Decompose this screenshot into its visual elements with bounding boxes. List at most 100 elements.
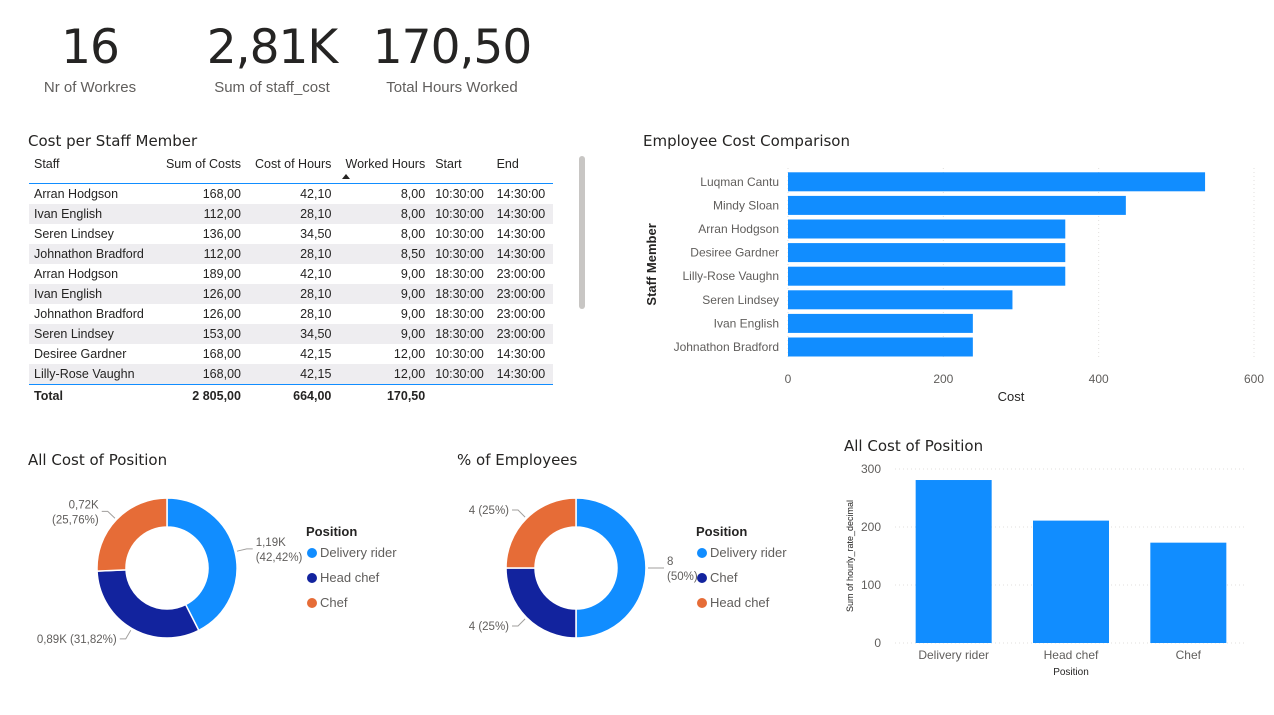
leader-line [101,510,116,519]
cost-position-column-title: All Cost of Position [844,437,984,455]
total-cell: Total [29,384,157,407]
legend-item: Head chef [710,595,770,610]
table-row[interactable]: Arran Hodgson 189,00 42,10 9,00 18:30:00 23:0… [29,264,553,284]
table-title: Cost per Staff Member [28,132,198,150]
legend-title: Position [306,524,357,539]
kpi-card-hours: 170,50 Total Hours Worked [367,23,537,97]
column-header-start[interactable]: Start [430,155,491,184]
employees-donut-chart[interactable]: 8 (50%) 4 (25%) 4 (25%) Position Delivery rid… [457,472,837,672]
total-cell: 664,00 [245,384,337,407]
table-cell: 126,00 [157,284,246,304]
table-row[interactable]: Seren Lindsey 136,00 34,50 8,00 10:30:00 14:3… [29,224,553,244]
table-row[interactable]: Johnathon Bradford 112,00 28,10 8,50 10:30:0… [29,244,553,264]
donut-slice [505,567,577,639]
table-cell: 18:30:00 [435,307,484,321]
column-header-end[interactable]: End [492,155,553,184]
legend-item: Delivery rider [320,545,397,560]
data-label: 1,19K (42,42%) [256,537,303,564]
table-cell: 126,00 [202,307,241,321]
table-cell: 10:30:00 [430,364,492,385]
table-cell: 14:30:00 [491,204,553,224]
y-axis-title: Staff Member [644,223,659,305]
y-tick-label: Mindy Sloan [713,198,779,212]
table-cell: 189,00 [202,267,241,281]
table-cell: 23:00:00 [496,267,546,281]
x-axis-title: Cost [998,389,1025,404]
employee-cost-chart[interactable]: 0 200 400 600 Luqman Cantu Mindy Sloan Arran H… [640,160,1274,410]
cost-position-column-chart[interactable]: 0 100 200 300 Delivery rider Head chef Chef Pos… [835,458,1265,683]
table-cell: 136,00 [202,227,241,241]
table-cell: 10:30:00 [430,183,492,204]
table-cell: 14:30:00 [496,227,546,241]
table-cell: 14:30:00 [491,244,553,264]
employees-donut-title: % of Employees [457,451,578,469]
table-row[interactable]: Johnathon Bradford 126,00 28,10 9,00 18:30:0… [29,304,553,324]
bar [788,195,1126,215]
table-cell: Johnathon Bradford [34,307,144,321]
x-tick-label: 600 [1244,372,1264,386]
column-header-cost-of-hours[interactable]: Cost of Hours [246,155,336,184]
legend-item: Chef [320,595,348,610]
table-cell: 34,50 [300,227,332,241]
data-label: 4 (25%) [469,505,509,517]
bar [915,480,992,643]
table-cell: 8,00 [400,227,426,241]
table-scrollbar[interactable] [579,156,585,309]
table-total-row: Total 2 805,00 664,00 170,50 [29,384,553,407]
leader-line [512,509,526,518]
bar [788,243,1066,263]
y-tick-label: 0 [874,636,881,650]
table-cell: 8,00 [336,183,431,204]
column-header-worked-hours[interactable]: Worked Hours [336,155,430,184]
table-row[interactable]: Arran Hodgson 168,00 42,10 8,00 10:30:00 14:3… [29,183,553,204]
table-cell: 28,10 [300,307,332,321]
table-cell: 28,10 [245,244,337,264]
table-row[interactable]: Ivan English 126,00 28,10 9,00 18:30:00 23:00… [29,284,553,304]
table-cell: Arran Hodgson [34,267,119,281]
y-tick-label: 300 [861,462,881,476]
leader-line [512,618,526,627]
table-row[interactable]: Ivan English 112,00 28,10 8,00 10:30:00 14:30… [29,204,553,224]
bar [1150,542,1227,643]
column-header-sum-of-costs[interactable]: Sum of Costs [157,155,246,184]
sort-ascending-icon[interactable] [342,174,350,179]
cost-position-donut-chart[interactable]: 1,19K (42,42%) 0,89K (31,82%) 0,72K (25,76%)… [28,472,408,672]
legend-marker [307,548,317,558]
column-header-staff[interactable]: Staff [29,155,157,184]
y-tick-label: 100 [861,578,881,592]
table-row[interactable]: Lilly-Rose Vaughn 168,00 42,15 12,00 10:30:0… [29,364,553,385]
y-tick-label: Desiree Gardner [690,246,779,260]
total-cell: 2 805,00 [157,384,246,407]
table-cell: Desiree Gardner [34,347,127,361]
table-cell: Ivan English [29,204,157,224]
table-row[interactable]: Seren Lindsey 153,00 34,50 9,00 18:30:00 23:0… [29,324,553,344]
table-cell: 23:00:00 [491,324,553,344]
bar [788,337,973,357]
bar [788,290,1013,310]
data-label: 8 (50%) [667,556,698,583]
cost-table[interactable]: Staff Sum of Costs Cost of Hours Worked … [29,155,553,407]
table-cell: 18:30:00 [430,284,492,304]
table-cell: 14:30:00 [491,364,553,385]
legend-marker [697,573,707,583]
y-tick-label: Arran Hodgson [698,222,779,236]
legend-item: Chef [710,570,738,585]
table-cell: 42,10 [300,267,332,281]
table-cell: 23:00:00 [491,284,553,304]
table-cell: 18:30:00 [430,324,492,344]
kpi-card-workers: 16 Nr of Workres [30,20,150,97]
y-tick-label: Johnathon Bradford [674,340,779,354]
bar [788,313,973,333]
table-cell: 168,00 [202,347,241,361]
bar [788,172,1206,192]
kpi-value: 2,81K [206,20,338,75]
total-cell: 170,50 [336,384,431,407]
table-cell: 10:30:00 [435,227,484,241]
kpi-value: 16 [61,20,120,75]
table-cell: 9,00 [336,284,431,304]
table-row[interactable]: Desiree Gardner 168,00 42,15 12,00 10:30:00 1… [29,344,553,364]
table-cell: 28,10 [245,284,337,304]
table-cell: Seren Lindsey [34,227,114,241]
table-cell: 12,00 [336,364,431,385]
bar [788,219,1066,239]
